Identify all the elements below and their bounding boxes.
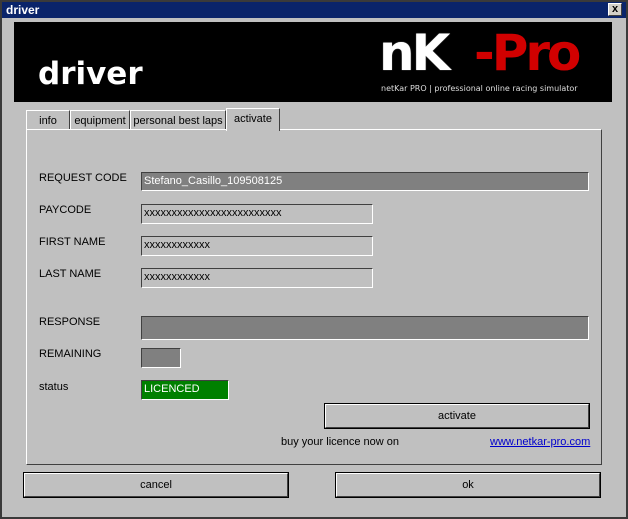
status-label: status <box>39 381 69 393</box>
buy-licence-text: buy your licence now on <box>281 436 400 448</box>
nkpro-logo: nK -Pro netKar PRO | professional online… <box>379 24 609 94</box>
netkar-pro-link[interactable]: www.netkar-pro.com <box>490 436 590 448</box>
request-code-label: REQUEST CODE <box>39 172 127 184</box>
first-name-input[interactable]: xxxxxxxxxxxx <box>141 236 373 256</box>
last-name-input[interactable]: xxxxxxxxxxxx <box>141 268 373 288</box>
tab-equipment[interactable]: equipment <box>70 110 130 130</box>
request-code-field[interactable]: Stefano_Casillo_109508125 <box>141 172 589 191</box>
status-badge: LICENCED <box>141 380 229 400</box>
activate-button[interactable]: activate <box>324 403 590 429</box>
tab-info[interactable]: info <box>26 110 70 130</box>
response-field[interactable] <box>141 316 589 340</box>
activate-panel: REQUEST CODE Stefano_Casillo_109508125 P… <box>26 129 602 465</box>
ok-button[interactable]: ok <box>335 472 601 498</box>
logo-subtitle: netKar PRO | professional online racing … <box>381 84 578 93</box>
paycode-label: PAYCODE <box>39 204 92 216</box>
header-banner: driver nK -Pro netKar PRO | professional… <box>14 22 612 102</box>
paycode-input[interactable]: xxxxxxxxxxxxxxxxxxxxxxxxx <box>141 204 373 224</box>
tab-activate[interactable]: activate <box>226 108 280 131</box>
response-label: RESPONSE <box>39 316 101 328</box>
remaining-label: REMAINING <box>39 348 102 360</box>
remaining-field <box>141 348 181 368</box>
last-name-label: LAST NAME <box>39 268 102 280</box>
driver-window: driver x driver nK -Pro netKar PRO | pro… <box>0 0 628 519</box>
page-title: driver <box>38 56 143 92</box>
logo-pro: -Pro <box>474 24 581 82</box>
title-bar: driver x <box>2 2 626 18</box>
logo-nk: nK <box>379 24 450 82</box>
tab-personal-best-laps[interactable]: personal best laps <box>130 110 226 130</box>
window-title: driver <box>6 3 40 17</box>
close-icon[interactable]: x <box>608 3 622 16</box>
cancel-button[interactable]: cancel <box>23 472 289 498</box>
first-name-label: FIRST NAME <box>39 236 106 248</box>
